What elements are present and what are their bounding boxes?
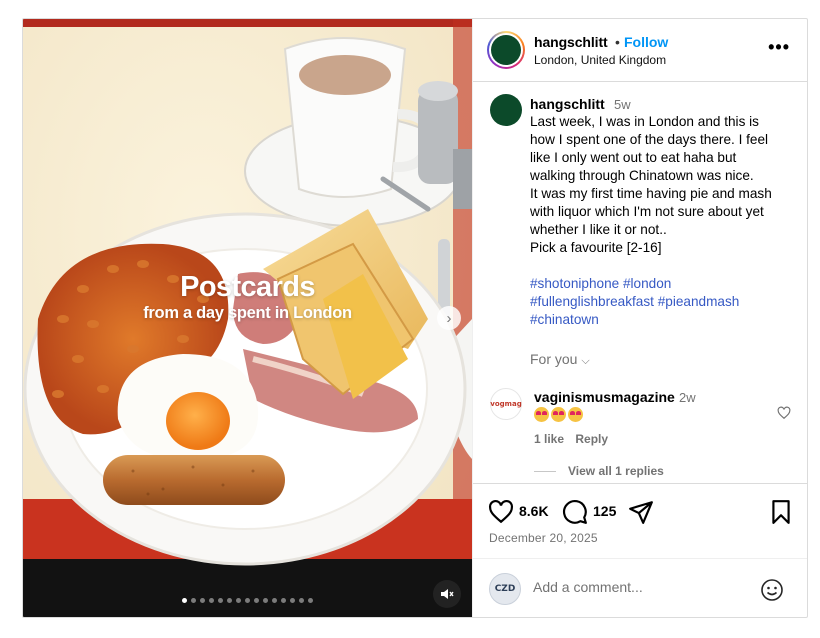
follow-button[interactable]: Follow xyxy=(624,34,668,50)
slide-dot xyxy=(209,598,214,603)
slide-dot xyxy=(308,598,313,603)
heart-eyes-emoji xyxy=(568,407,583,423)
author-username[interactable]: hangschlitt xyxy=(534,34,608,50)
slide-dot xyxy=(299,598,304,603)
like-heart-icon[interactable] xyxy=(488,499,514,525)
caption-line: Last week, I was in London and this is xyxy=(530,114,759,129)
hashtag-link[interactable]: #chinatown xyxy=(530,311,800,329)
caption-line: It was my first time having pie and mash xyxy=(530,186,772,201)
post-actions: 8.6K 125 December 20, 2025 xyxy=(473,483,807,558)
slide-dot xyxy=(263,598,268,603)
for-you-label: For you xyxy=(530,351,578,367)
hashtag-link[interactable]: #fullenglishbreakfast #pieandmash xyxy=(530,293,800,311)
slide-dot xyxy=(254,598,259,603)
emoji-picker-icon[interactable] xyxy=(760,578,784,602)
slide-dot xyxy=(227,598,232,603)
slide-dot xyxy=(245,598,250,603)
chevron-right-icon: › xyxy=(446,309,452,327)
comment-text xyxy=(534,406,585,423)
slide-dot xyxy=(200,598,205,603)
comment-bubble-icon[interactable] xyxy=(562,499,588,525)
caption-author-avatar[interactable] xyxy=(490,94,522,126)
heart-eyes-emoji xyxy=(551,407,566,423)
post-media[interactable]: Postcards from a day spent in London › xyxy=(23,19,472,617)
slide-indicator xyxy=(23,598,472,603)
post-header: hangschlitt • Follow London, United King… xyxy=(473,19,807,82)
slide-dot xyxy=(272,598,277,603)
save-bookmark-icon[interactable] xyxy=(768,499,794,525)
slide-dot xyxy=(290,598,295,603)
overlay-subtitle: from a day spent in London xyxy=(143,304,352,322)
comment-time[interactable]: 2w xyxy=(679,390,696,405)
hashtag-link[interactable]: #shotoniphone #london xyxy=(530,275,800,293)
caption-line: with liquor which I'm not sure about yet xyxy=(530,204,764,219)
comment-like-heart-icon[interactable] xyxy=(777,406,791,420)
caption-line: walking through Chinatown was nice. xyxy=(530,168,754,183)
post-date[interactable]: December 20, 2025 xyxy=(489,531,598,545)
slide-dot xyxy=(182,598,187,603)
likes-count[interactable]: 8.6K xyxy=(519,503,549,519)
for-you-toggle[interactable]: For you ⌵ xyxy=(530,351,590,368)
comment-input[interactable] xyxy=(533,579,753,595)
comments-section: hangschlitt 5w Last week, I was in Londo… xyxy=(473,83,807,483)
more-options-icon[interactable]: ••• xyxy=(768,37,790,58)
heart-eyes-emoji xyxy=(534,407,549,423)
comments-count[interactable]: 125 xyxy=(593,503,616,519)
caption-text: Last week, I was in London and this is h… xyxy=(530,113,800,329)
reply-button[interactable]: Reply xyxy=(575,432,608,446)
mute-toggle-button[interactable] xyxy=(433,580,461,608)
instagram-post: Postcards from a day spent in London › h… xyxy=(22,18,808,618)
author-avatar[interactable] xyxy=(487,31,525,69)
caption-line: whether I like it or not.. xyxy=(530,222,667,237)
next-slide-button[interactable]: › xyxy=(437,306,461,330)
commenter-avatar[interactable]: vogmag xyxy=(490,388,522,420)
location-link[interactable]: London, United Kingdom xyxy=(534,53,666,67)
add-comment-bar: CZD xyxy=(473,558,807,617)
slide-dot xyxy=(281,598,286,603)
view-replies-line xyxy=(534,471,556,472)
current-user-avatar[interactable]: CZD xyxy=(489,573,521,605)
slide-dot xyxy=(218,598,223,603)
caption-line: like I only went out to eat haha but xyxy=(530,150,737,165)
separator-dot: • xyxy=(615,34,620,50)
caption-line: how I spent one of the days there. I fee… xyxy=(530,132,769,147)
caption-line: Pick a favourite [2-16] xyxy=(530,240,662,255)
comment-likes[interactable]: 1 like xyxy=(534,432,564,446)
post-side-panel: hangschlitt • Follow London, United King… xyxy=(472,19,807,617)
caption-username[interactable]: hangschlitt xyxy=(530,96,605,112)
slide-dot xyxy=(191,598,196,603)
view-replies-button[interactable]: View all 1 replies xyxy=(568,464,664,478)
chevron-down-icon: ⌵ xyxy=(581,355,590,367)
caption-time[interactable]: 5w xyxy=(614,97,631,112)
slide-dot xyxy=(236,598,241,603)
overlay-title: Postcards xyxy=(180,271,315,303)
commenter-username[interactable]: vaginismusmagazine xyxy=(534,389,675,405)
comment-meta: 1 like Reply xyxy=(534,432,608,446)
share-paper-plane-icon[interactable] xyxy=(628,499,654,525)
